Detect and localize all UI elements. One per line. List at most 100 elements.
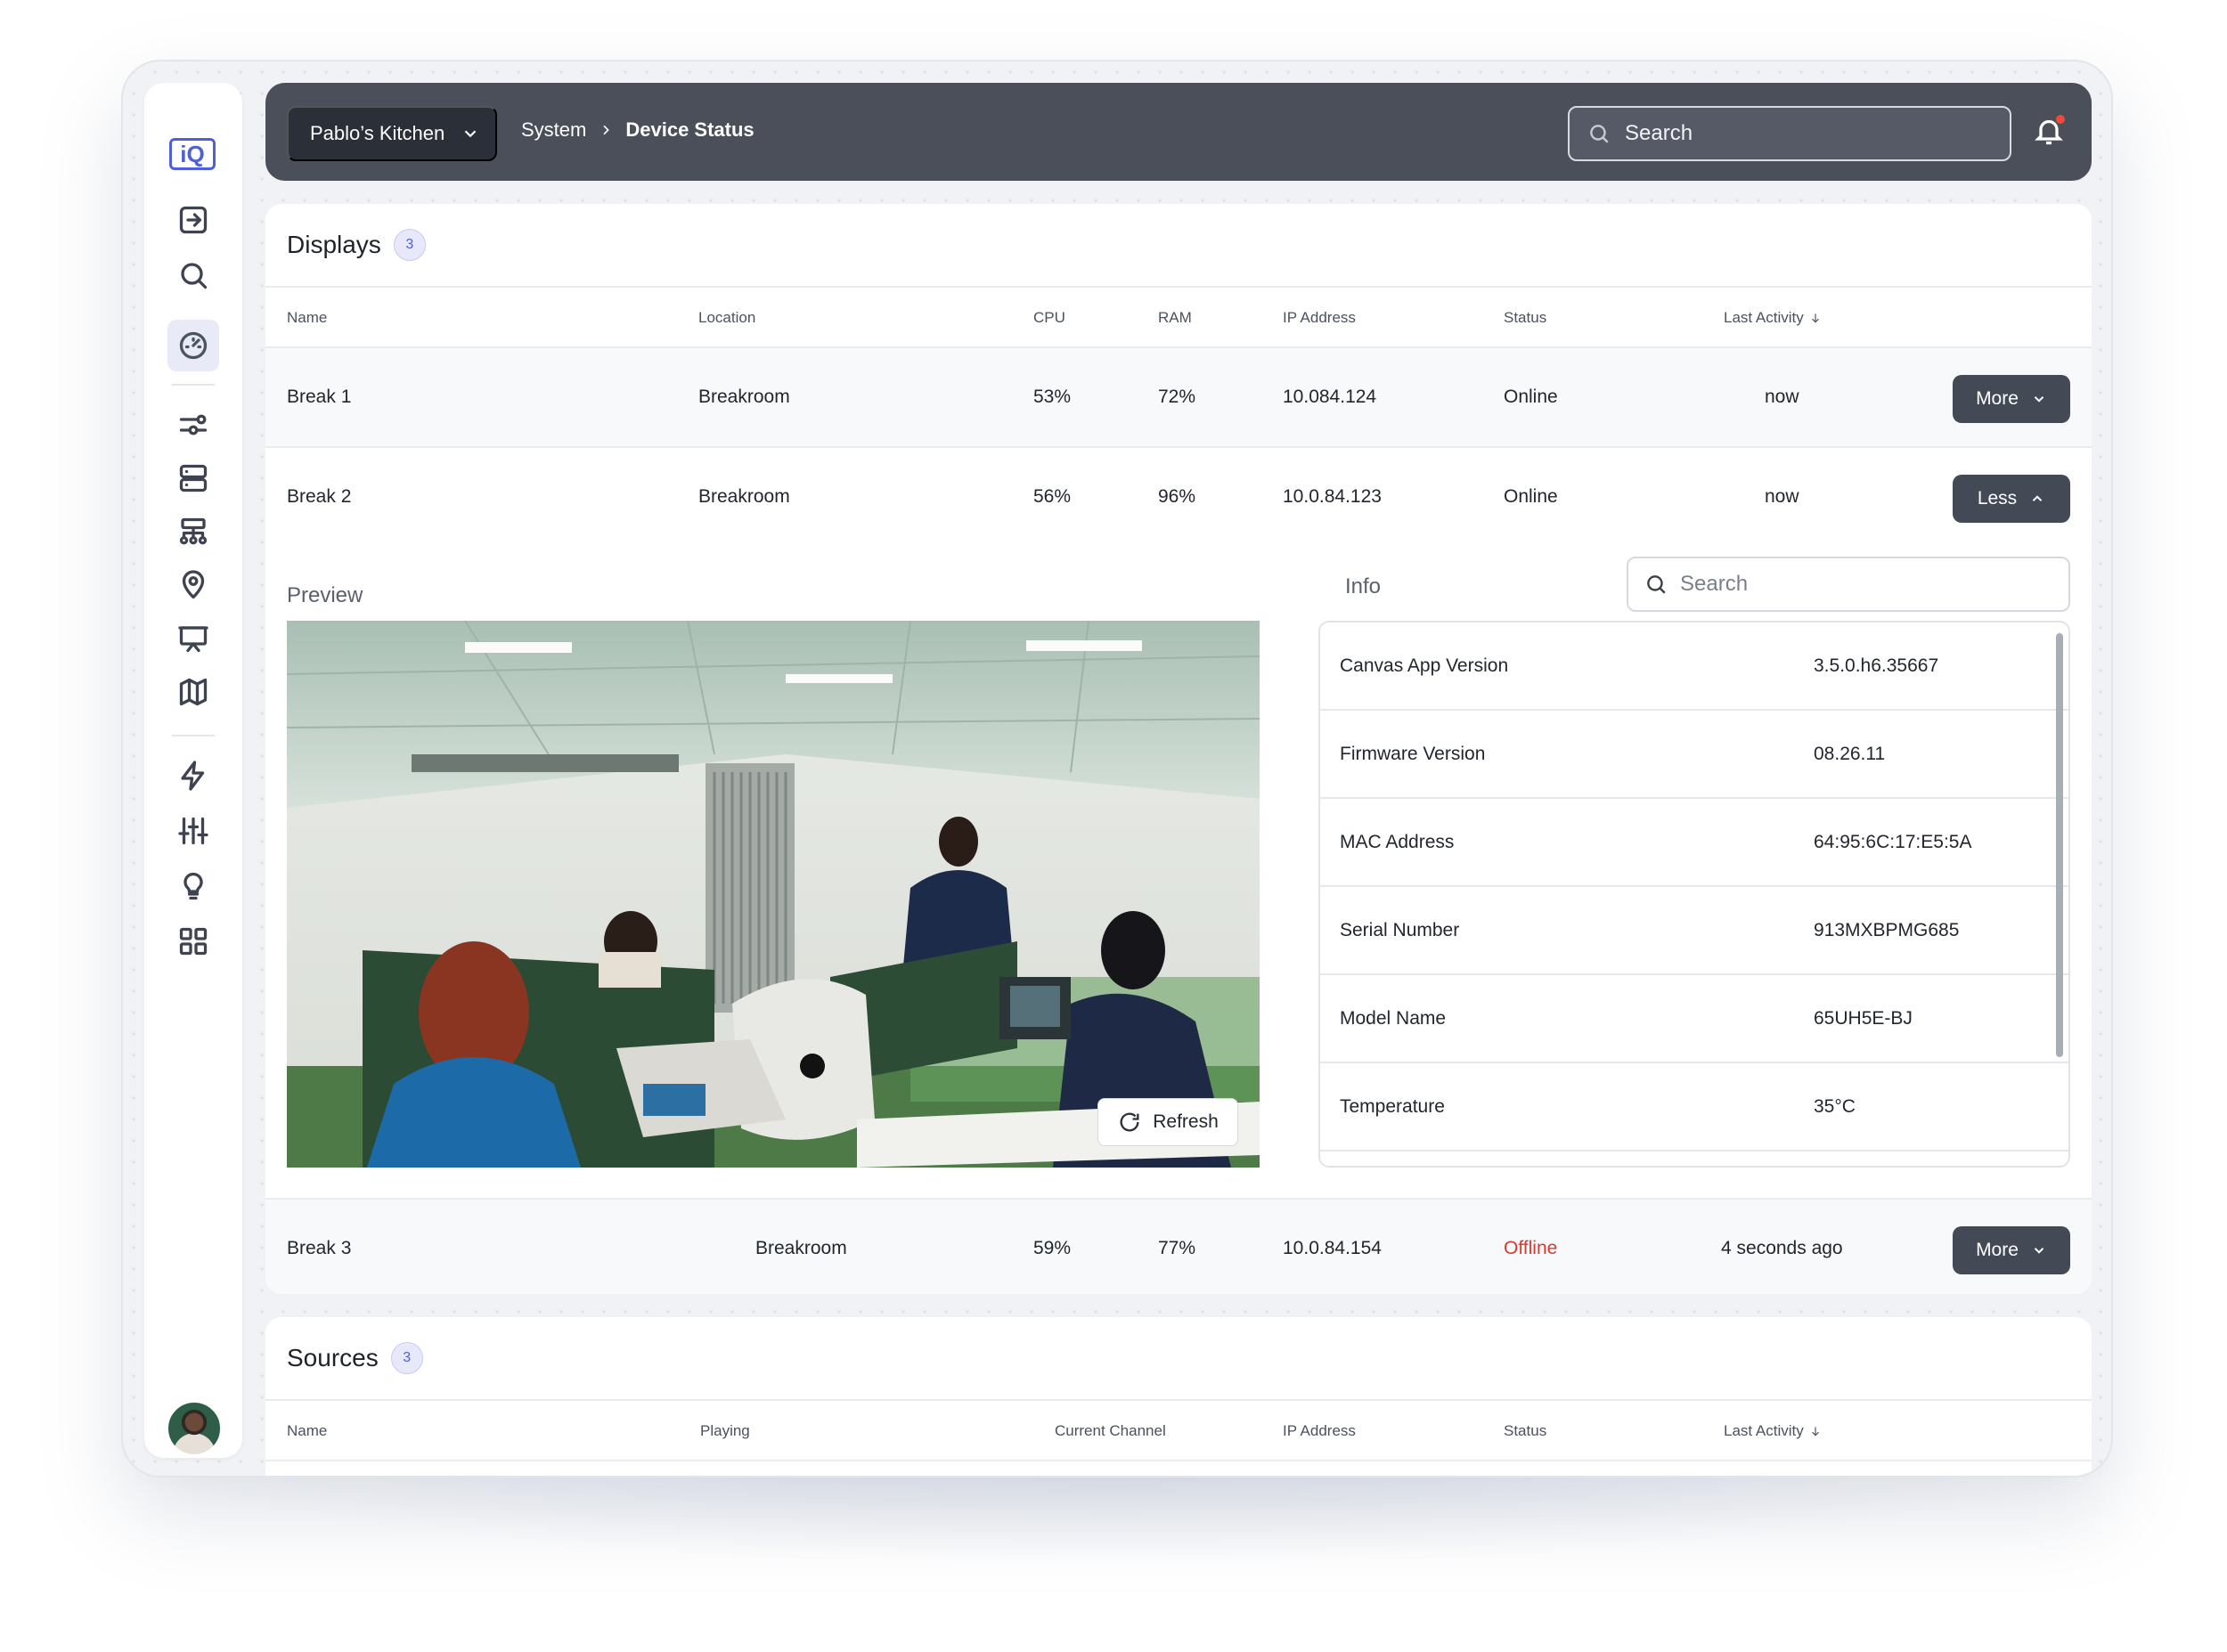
less-button[interactable]: Less [1953,475,2070,523]
search-icon [1590,125,1609,143]
display-last-activity: now [1765,486,1799,507]
more-button[interactable]: More [1953,1226,2070,1274]
column-ip-address[interactable]: IP Address [1283,1422,1356,1440]
refresh-label: Refresh [1153,1111,1219,1132]
display-name: Break 3 [287,1238,352,1258]
more-button-label: More [1976,1240,2019,1260]
more-button-label: More [1976,388,2019,409]
user-avatar[interactable] [167,1401,222,1456]
network-icon[interactable] [172,510,215,553]
location-name: Pablo’s Kitchen [310,122,445,144]
chevron-down-icon [2034,396,2044,403]
display-last-activity: now [1765,387,1799,407]
column-name[interactable]: Name [287,309,327,327]
info-row: Model Name 65UH5E-BJ [1320,975,2068,1063]
sort-down-icon [1811,313,1819,323]
table-row[interactable]: Break 1 Breakroom 53% 72% 10.084.124 Onl… [265,348,2092,448]
displays-column-headers: Name Location CPU RAM IP Address Status … [265,288,2092,348]
sort-down-icon [1811,1427,1819,1436]
info-value: 3.5.0.h6.35667 [1814,655,1939,676]
info-key: Canvas App Version [1340,655,1509,676]
sidebar-divider [172,735,215,736]
column-location[interactable]: Location [698,309,755,327]
display-cpu: 56% [1033,486,1072,507]
info-scrollbar[interactable] [2056,633,2063,1057]
login-icon[interactable] [172,199,215,241]
breadcrumb-device-status: Device Status [625,118,755,141]
display-location: Breakroom [698,486,790,507]
less-button-label: Less [1977,488,2018,509]
equalizer-icon[interactable] [172,810,215,852]
sources-count-badge: 3 [390,1342,423,1374]
chevron-down-icon [2034,1248,2044,1254]
display-ip: 10.084.124 [1283,387,1377,407]
breadcrumb-system[interactable]: System [521,118,586,142]
dashboard-icon[interactable] [167,320,219,371]
global-search-input[interactable] [1625,121,1963,146]
display-status: Online [1504,486,1558,507]
bolt-icon[interactable] [172,754,215,797]
iq-logo: iQ [169,138,216,170]
display-name: Break 2 [287,486,352,507]
column-last-activity[interactable]: Last Activity [1724,309,1822,327]
column-last-activity[interactable]: Last Activity [1724,1422,1822,1440]
info-value: 08.26.11 [1814,744,1886,764]
display-ram: 96% [1158,486,1196,507]
chevron-down-icon [464,130,477,138]
top-bar: Pablo’s Kitchen System Device Status [265,83,2092,181]
sidebar: iQ [144,83,242,1458]
display-location: Breakroom [755,1238,847,1258]
info-row: Canvas App Version 3.5.0.h6.35667 [1320,623,2068,711]
refresh-button[interactable]: Refresh [1097,1098,1238,1146]
column-ram[interactable]: RAM [1158,309,1192,327]
info-search[interactable] [1627,557,2070,612]
office-scene-illustration [287,621,1260,1168]
refresh-icon [1120,1112,1139,1132]
display-location: Breakroom [698,387,790,407]
displays-card: Displays 3 Name Location CPU RAM IP Addr… [265,204,2092,1294]
notifications-bell-icon[interactable] [2033,115,2068,151]
table-row[interactable]: Break 2 Breakroom 56% 96% 10.0.84.123 On… [265,448,2092,548]
info-value: 913MXBPMG685 [1814,920,1960,940]
column-playing[interactable]: Playing [700,1422,750,1440]
display-ip: 10.0.84.123 [1283,486,1382,507]
map-icon[interactable] [172,671,215,713]
display-ram: 77% [1158,1238,1196,1258]
chevron-right-icon [603,125,610,135]
info-label: Info [1345,574,1382,598]
info-row: Serial Number 913MXBPMG685 [1320,887,2068,975]
column-status[interactable]: Status [1504,309,1546,327]
column-cpu[interactable]: CPU [1033,309,1065,327]
search-icon[interactable] [172,254,215,297]
preview-label: Preview [287,583,363,607]
presentation-icon[interactable] [172,617,215,660]
sources-column-headers: Name Playing Current Channel IP Address … [265,1401,2092,1461]
displays-count-badge: 3 [393,229,426,261]
info-value: 35°C [1814,1096,1856,1117]
location-pin-icon[interactable] [172,564,215,606]
column-last-activity-label: Last Activity [1724,1422,1804,1439]
more-button[interactable]: More [1953,375,2070,423]
column-name[interactable]: Name [287,1422,327,1440]
sliders-icon[interactable] [172,403,215,446]
server-icon[interactable] [172,457,215,500]
displays-title: Displays [287,231,381,258]
info-search-input[interactable] [1680,572,2036,597]
info-row: Temperature 35°C [1320,1063,2068,1152]
display-cpu: 53% [1033,387,1072,407]
sidebar-divider [172,384,215,386]
display-ram: 72% [1158,387,1196,407]
apps-grid-icon[interactable] [172,920,215,963]
location-selector[interactable]: Pablo’s Kitchen [287,106,497,161]
column-status[interactable]: Status [1504,1422,1546,1440]
chevron-up-icon [2032,495,2043,501]
global-search[interactable] [1568,106,2011,161]
sources-card: Sources 3 Name Playing Current Channel I… [265,1317,2092,1476]
column-ip-address[interactable]: IP Address [1283,309,1356,327]
table-row[interactable]: Break 3 Breakroom 59% 77% 10.0.84.154 Of… [265,1200,2092,1294]
info-value: 65UH5E-BJ [1814,1008,1913,1029]
app-window: iQ Pablo’s Kitchen System Device Status … [121,60,2113,1477]
display-name: Break 1 [287,387,352,407]
column-current-channel[interactable]: Current Channel [1055,1422,1166,1440]
lightbulb-icon[interactable] [172,865,215,907]
